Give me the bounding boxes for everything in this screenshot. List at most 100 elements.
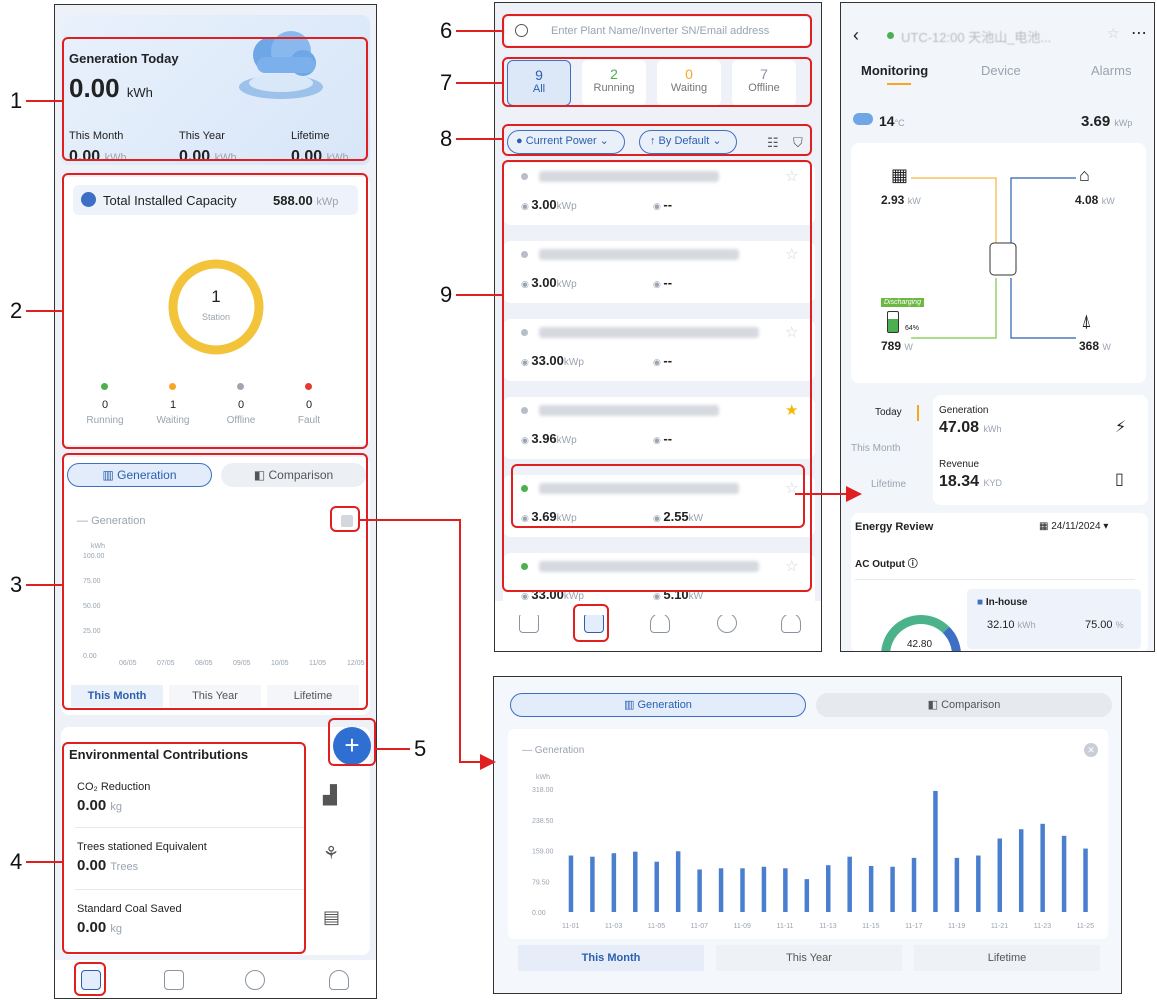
period-today[interactable]: Today	[875, 407, 902, 418]
back-icon[interactable]: ‹	[853, 25, 859, 46]
zoom-tab-comparison[interactable]: ◧ Comparison	[816, 693, 1112, 717]
energy-flow-card: ▦ 2.93 kW ⌂ 4.08 kW Discharging 64% 789 …	[851, 143, 1146, 383]
zoom-x-tick: 11-21	[991, 923, 1008, 930]
highlight-nav	[74, 962, 106, 996]
inhouse-value: 32.10 kWh	[987, 619, 1036, 631]
factory-icon: ▟	[323, 785, 337, 805]
nav-plants-icon[interactable]	[164, 970, 184, 990]
revenue-value: 18.34 KYD	[939, 473, 1003, 490]
highlight-2	[62, 173, 368, 449]
zoom-bar	[1061, 835, 1067, 912]
load-power: 4.08 kW	[1075, 193, 1115, 207]
callout-line-4	[26, 861, 62, 863]
zoom-x-tick: 11-03	[605, 923, 622, 930]
highlight-7	[502, 57, 812, 107]
online-dot	[887, 32, 894, 39]
zoom-y-tick: 159.00	[532, 849, 554, 856]
more-icon[interactable]: ⋯	[1131, 23, 1147, 43]
highlight-1	[62, 37, 368, 161]
nav-alarms-icon[interactable]	[650, 613, 670, 633]
arrow-expand-h2	[459, 761, 481, 763]
arrow-expand-v	[459, 519, 461, 762]
zoom-chart-legend: — Generation	[522, 745, 585, 756]
zoom-x-tick: 11-13	[819, 923, 836, 930]
grid-power: 368 W	[1079, 339, 1111, 353]
highlight-5	[328, 718, 376, 766]
date-picker[interactable]: ▦ 24/11/2024 ▾	[1039, 521, 1108, 532]
highlight-8	[502, 124, 812, 156]
plant-detail-screen: ‹ UTC-12:00 天池山_电池... ☆ ⋯ 14°C 3.69 kWp …	[840, 2, 1155, 652]
tab-underline	[887, 83, 911, 85]
period-this-month[interactable]: This Month	[851, 443, 900, 454]
zoom-bar	[611, 853, 617, 912]
weather-icon	[853, 113, 873, 125]
zoom-close-icon[interactable]: ✕	[1084, 743, 1098, 757]
arrow-expand-head	[480, 754, 496, 770]
zoom-bar	[954, 857, 960, 912]
zoom-x-tick: 11-23	[1034, 923, 1051, 930]
zoom-x-tick: 11-11	[777, 923, 794, 930]
generation-icon: ⚡	[1115, 419, 1127, 436]
zoom-bar	[1018, 829, 1024, 912]
highlight-selected-plant	[511, 464, 805, 528]
inhouse-label: ■ In-house	[977, 597, 1028, 608]
callout-line-8	[456, 138, 502, 140]
detail-tab-device[interactable]: Device	[981, 63, 1021, 78]
callout-line-1	[26, 100, 62, 102]
zoom-bar	[718, 868, 724, 912]
generation-label: Generation	[939, 405, 989, 416]
zoom-bar	[568, 855, 574, 912]
zoom-x-tick: 11-05	[648, 923, 665, 930]
callout-line-9	[456, 294, 502, 296]
zoom-bar	[847, 856, 852, 912]
zoom-tab-generation[interactable]: ▥ Generation	[510, 693, 806, 717]
zoom-bar	[761, 866, 767, 912]
callout-4: 4	[10, 849, 23, 874]
revenue-label: Revenue	[939, 459, 980, 470]
zoom-bar	[783, 868, 788, 912]
coal-cart-icon: ▤	[323, 907, 341, 927]
callout-2: 2	[10, 298, 23, 323]
callout-line-5	[376, 748, 410, 750]
arrow-expand-h1	[360, 519, 460, 521]
callout-7: 7	[440, 70, 453, 95]
highlight-expand	[330, 506, 360, 532]
nav-overview-icon[interactable]	[519, 613, 539, 633]
zoom-bar	[826, 865, 831, 912]
zoom-period-lifetime[interactable]: Lifetime	[914, 945, 1100, 971]
nav-profile-icon[interactable]	[329, 970, 349, 990]
zoom-x-tick: 11-01	[562, 923, 579, 930]
zoom-y-unit: kWh	[536, 774, 550, 781]
highlight-6	[502, 14, 812, 48]
detail-tab-alarms[interactable]: Alarms	[1091, 63, 1131, 78]
highlight-3	[62, 453, 368, 710]
generation-value: 47.08 kWh	[939, 419, 1002, 436]
zoom-bar	[633, 851, 638, 912]
battery-icon	[887, 311, 899, 333]
zoom-period-this-year[interactable]: This Year	[716, 945, 902, 971]
zoom-bar	[740, 868, 745, 912]
zoom-bar	[976, 855, 981, 912]
sprout-icon: ⚘	[323, 843, 340, 863]
zoom-bar	[804, 879, 810, 912]
nav-devices-icon[interactable]	[245, 970, 265, 990]
favorite-icon[interactable]: ☆	[1107, 25, 1120, 42]
callout-5: 5	[414, 736, 427, 761]
zoom-x-tick: 11-19	[948, 923, 965, 930]
zoom-bar	[911, 857, 917, 912]
pv-power: 2.93 kW	[881, 193, 921, 207]
nav-profile-icon[interactable]	[781, 613, 801, 633]
callout-line-2	[26, 310, 62, 312]
nav-devices-icon[interactable]	[717, 613, 737, 633]
zoom-bar	[1040, 823, 1045, 912]
energy-review-title: Energy Review	[855, 521, 934, 533]
detail-capacity: 3.69 kWp	[1081, 113, 1133, 130]
detail-tab-monitoring[interactable]: Monitoring	[861, 63, 928, 78]
highlight-nav-plants	[573, 604, 609, 642]
battery-power: 789 W	[881, 339, 913, 353]
zoom-period-this-month[interactable]: This Month	[518, 945, 704, 971]
period-lifetime[interactable]: Lifetime	[871, 479, 906, 490]
zoom-y-tick: 238.50	[532, 818, 554, 825]
zoom-bar	[654, 861, 659, 912]
zoom-y-tick: 0.00	[532, 910, 546, 917]
